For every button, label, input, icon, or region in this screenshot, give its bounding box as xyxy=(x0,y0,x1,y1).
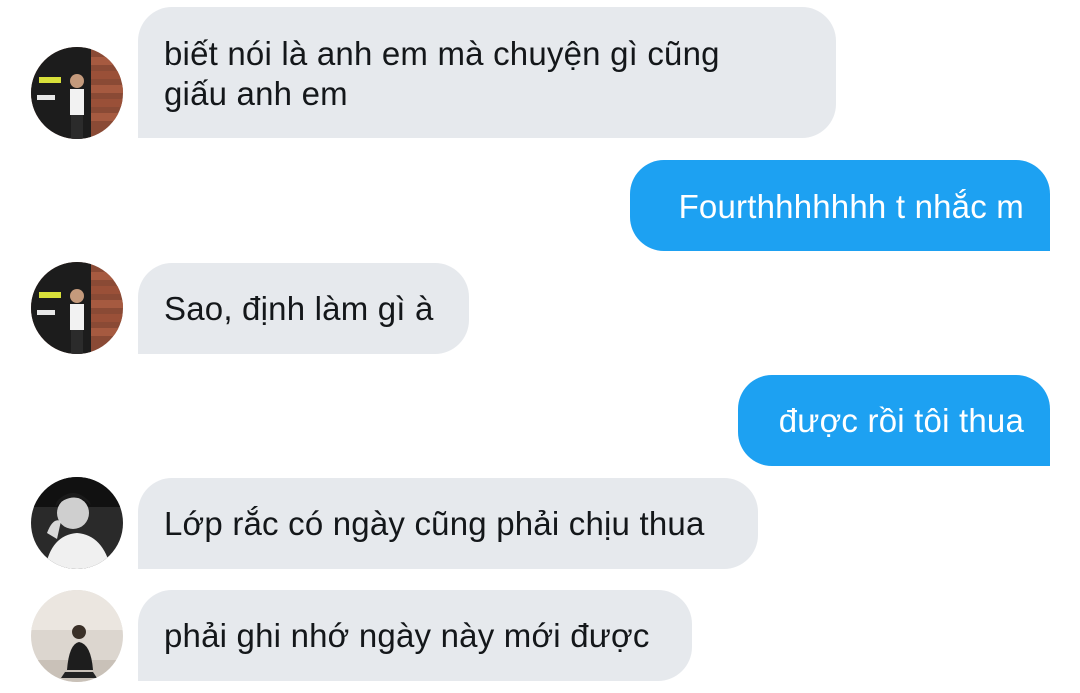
sender-avatar[interactable] xyxy=(31,590,123,682)
message-text: Sao, định làm gì à xyxy=(164,290,434,327)
avatar-photo-bw-portrait xyxy=(31,477,123,569)
message-bubble-incoming[interactable]: biết nói là anh em mà chuyện gì cũng giấ… xyxy=(138,7,836,138)
message-bubble-outgoing[interactable]: Fourthhhhhhh t nhắc m xyxy=(630,160,1050,251)
message-text: giấu anh em xyxy=(164,75,348,112)
message-text: Fourthhhhhhh t nhắc m xyxy=(678,188,1024,225)
avatar-photo-brick-wall xyxy=(31,262,123,354)
message-text: phải ghi nhớ ngày này mới được xyxy=(164,617,650,654)
sender-avatar[interactable] xyxy=(31,477,123,569)
message-bubble-incoming[interactable]: Sao, định làm gì à xyxy=(138,263,469,354)
avatar-photo-brick-wall xyxy=(31,47,123,139)
sender-avatar[interactable] xyxy=(31,262,123,354)
message-text: biết nói là anh em mà chuyện gì cũng xyxy=(164,35,720,72)
message-text: được rồi tôi thua xyxy=(778,402,1024,439)
sender-avatar[interactable] xyxy=(31,47,123,139)
message-text: Lớp rắc có ngày cũng phải chịu thua xyxy=(164,505,705,542)
message-bubble-incoming[interactable]: phải ghi nhớ ngày này mới được xyxy=(138,590,692,681)
message-bubble-outgoing[interactable]: được rồi tôi thua xyxy=(738,375,1050,466)
message-bubble-incoming[interactable]: Lớp rắc có ngày cũng phải chịu thua xyxy=(138,478,758,569)
avatar-photo-seated-figure xyxy=(31,590,123,682)
